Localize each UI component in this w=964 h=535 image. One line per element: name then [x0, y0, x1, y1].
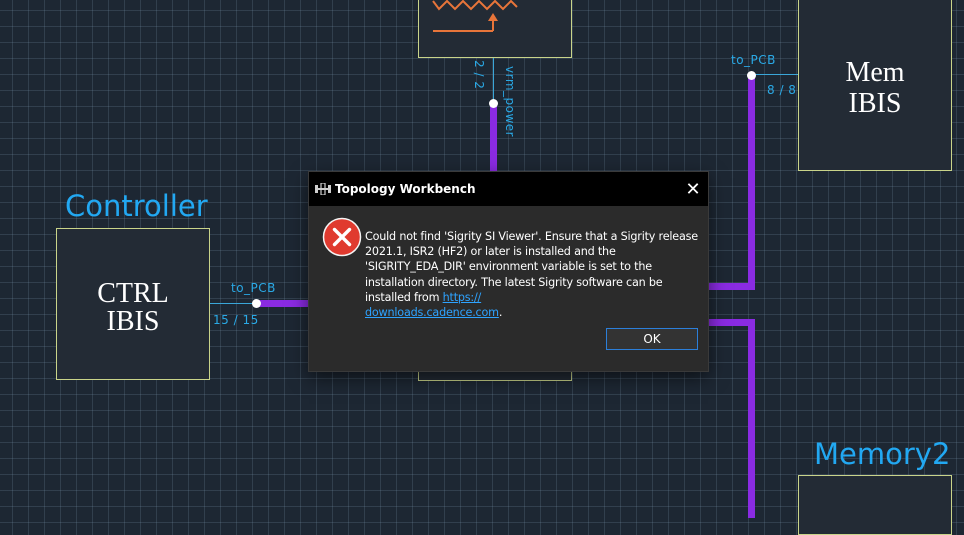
dialog-message-end: . — [498, 306, 503, 320]
mem-pin-stub — [753, 74, 798, 75]
error-dialog[interactable]: Topology Workbench ✕ Could not find 'Sig… — [309, 172, 708, 371]
vrm-pin-name: vrm_power — [503, 66, 517, 138]
vrm-pin-dot[interactable] — [489, 99, 498, 108]
vrm-pin-stub — [493, 58, 494, 103]
ctrl-block-label-line2: IBIS — [106, 306, 160, 337]
ctrl-pin-name: to_PCB — [231, 281, 276, 295]
vrm-symbol-icon — [432, 0, 518, 32]
vrm-block[interactable] — [418, 0, 572, 58]
ctrl-pin-stub — [210, 303, 256, 304]
ctrl-block[interactable]: CTRL IBIS — [56, 228, 210, 380]
mem-wire-vertical[interactable] — [748, 76, 755, 290]
ctrl-pin-dot[interactable] — [252, 299, 261, 308]
ctrl-wire[interactable] — [257, 300, 312, 307]
vrm-wire[interactable] — [490, 104, 497, 176]
ctrl-pin-count: 15 / 15 — [213, 313, 259, 327]
mem-pin-name: to_PCB — [731, 53, 776, 67]
dialog-message: Could not find 'Sigrity SI Viewer'. Ensu… — [365, 229, 703, 320]
controller-title: Controller — [65, 189, 208, 223]
mem-wire-horizontal[interactable] — [706, 283, 755, 290]
mem-block-label-line1: Mem — [845, 57, 905, 88]
download-link-part1[interactable]: https:// — [443, 291, 482, 304]
memory2-title: Memory2 — [814, 437, 951, 471]
dialog-message-text: Could not find 'Sigrity SI Viewer'. Ensu… — [365, 230, 698, 304]
mem-pin-dot[interactable] — [747, 71, 756, 80]
mem-pin-count: 8 / 8 — [767, 83, 797, 97]
ok-button[interactable]: OK — [606, 328, 698, 350]
error-icon — [322, 217, 362, 257]
mem-block[interactable]: Mem IBIS — [798, 0, 952, 171]
vrm-pin-count: 2 / 2 — [472, 60, 486, 90]
memory2-wire-vertical[interactable] — [748, 319, 755, 518]
app-icon — [315, 183, 331, 195]
close-icon[interactable]: ✕ — [678, 172, 708, 206]
dialog-titlebar[interactable]: Topology Workbench ✕ — [309, 172, 708, 206]
download-link-part2[interactable]: downloads.cadence.com — [365, 306, 499, 319]
dialog-title: Topology Workbench — [335, 182, 476, 196]
memory2-block[interactable] — [798, 475, 952, 535]
ctrl-block-label-line1: CTRL — [97, 278, 169, 309]
mem-block-label-line2: IBIS — [848, 88, 902, 119]
